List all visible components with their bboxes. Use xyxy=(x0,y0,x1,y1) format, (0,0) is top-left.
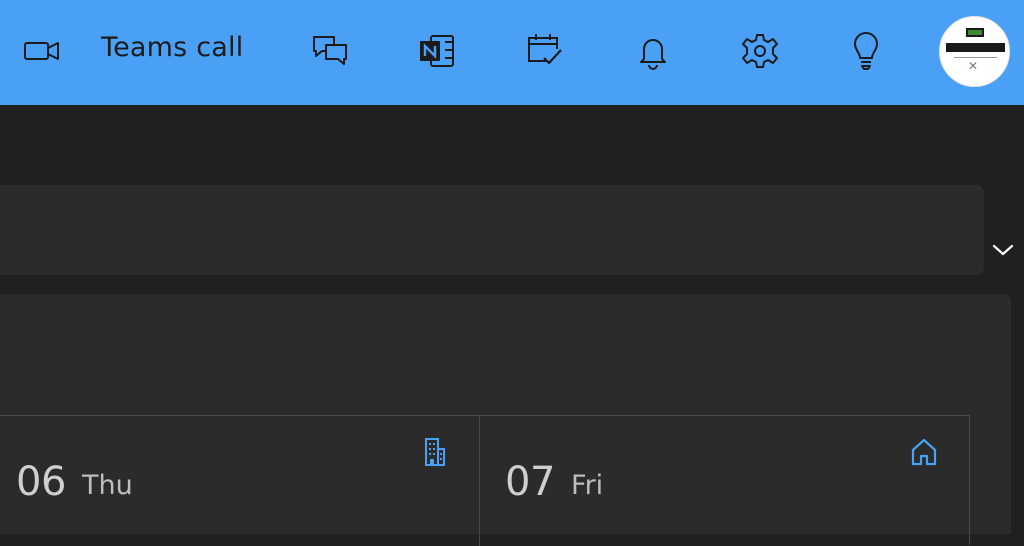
avatar[interactable]: ✕ xyxy=(939,16,1010,87)
avatar-logo-glyph: ✕ xyxy=(968,59,979,73)
gear-icon[interactable] xyxy=(740,31,780,71)
chat-icon[interactable] xyxy=(310,31,350,71)
home-icon[interactable] xyxy=(910,437,938,471)
building-icon[interactable] xyxy=(424,437,446,471)
calendar-check-icon[interactable] xyxy=(524,31,564,71)
top-bar: Teams call ✕ xyxy=(0,0,1024,105)
day-cell-thursday[interactable]: 06 Thu xyxy=(0,416,480,546)
avatar-logo-mark xyxy=(966,28,984,37)
onenote-icon[interactable] xyxy=(417,32,457,70)
day-name: Thu xyxy=(82,470,133,501)
day-number: 06 xyxy=(16,459,66,505)
lightbulb-icon[interactable] xyxy=(846,30,886,72)
teams-call-button[interactable]: Teams call xyxy=(101,32,243,63)
calendar-day-grid: 06 Thu 07 Fri xyxy=(0,415,970,546)
video-camera-icon[interactable] xyxy=(22,38,62,64)
day-name: Fri xyxy=(571,470,604,501)
day-cell-friday[interactable]: 07 Fri xyxy=(480,416,969,546)
header-panel xyxy=(0,185,984,275)
chevron-down-icon[interactable] xyxy=(990,240,1016,260)
avatar-logo-bar xyxy=(946,43,1005,52)
bell-icon[interactable] xyxy=(633,31,673,71)
day-number: 07 xyxy=(505,459,555,505)
